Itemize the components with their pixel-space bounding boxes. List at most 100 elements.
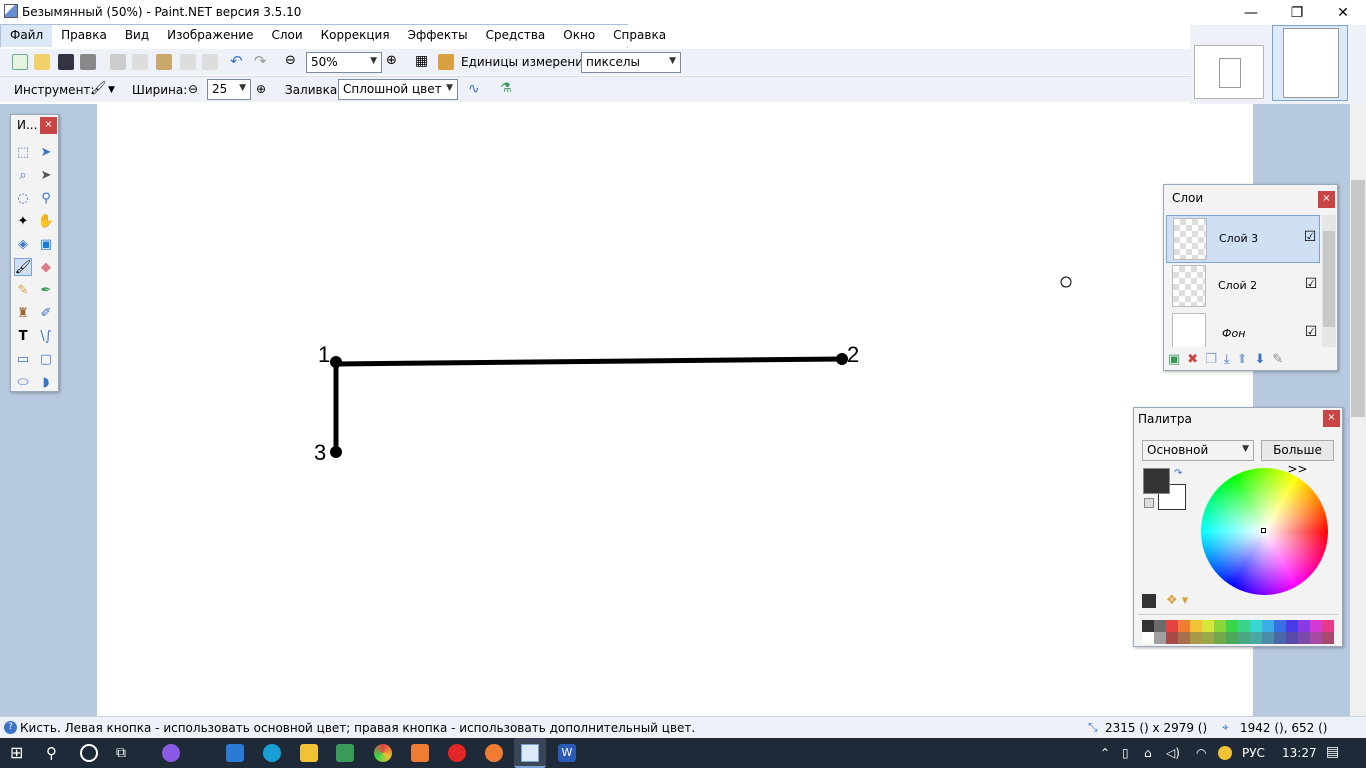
print-icon[interactable] bbox=[80, 54, 96, 70]
layer-properties-icon[interactable]: ✎ bbox=[1272, 351, 1283, 369]
restore-button[interactable]: ❐ bbox=[1274, 0, 1320, 25]
task-view-icon[interactable]: ⧉ bbox=[116, 744, 134, 762]
rulers-icon[interactable] bbox=[438, 54, 454, 70]
layer-visibility-checkbox[interactable]: ☑ bbox=[1304, 325, 1318, 340]
undo-icon[interactable]: ↶ bbox=[230, 54, 246, 70]
line-curve-icon[interactable]: \∫ bbox=[37, 327, 55, 345]
brush-tool-icon[interactable]: 🖌 bbox=[90, 82, 107, 98]
menu-help[interactable]: Справка bbox=[604, 25, 675, 47]
chevron-down-icon[interactable]: ▼ bbox=[108, 82, 124, 98]
recolor-icon[interactable]: ✐ bbox=[37, 304, 55, 322]
rectangle-icon[interactable]: ▭ bbox=[14, 350, 32, 368]
layers-scrollbar[interactable] bbox=[1322, 215, 1336, 347]
layer-row-3[interactable]: Слой 3 ☑ bbox=[1166, 215, 1320, 263]
menu-window[interactable]: Окно bbox=[554, 25, 604, 47]
blend-mode-icon[interactable]: ⚗ bbox=[500, 82, 516, 98]
swap-colors-icon[interactable]: ↷ bbox=[1174, 468, 1182, 479]
pan-icon[interactable]: ✋ bbox=[37, 212, 55, 230]
new-file-icon[interactable] bbox=[12, 54, 28, 70]
search-icon[interactable]: ⚲ bbox=[46, 744, 64, 762]
layer-row-background[interactable]: Фон ☑ bbox=[1166, 311, 1320, 347]
scrollbar-thumb[interactable] bbox=[1323, 231, 1335, 327]
save-icon[interactable] bbox=[58, 54, 74, 70]
deselect-icon[interactable] bbox=[202, 54, 218, 70]
width-combo[interactable]: 25 ▼ bbox=[207, 79, 251, 100]
menu-adjustments[interactable]: Коррекция bbox=[312, 25, 399, 47]
clone-stamp-icon[interactable]: ♜ bbox=[14, 304, 32, 322]
rounded-rectangle-icon[interactable]: ▢ bbox=[37, 350, 55, 368]
zoom-icon[interactable]: ⚲ bbox=[37, 189, 55, 207]
start-icon[interactable]: ⊞ bbox=[10, 744, 28, 762]
crop-icon[interactable] bbox=[180, 54, 196, 70]
app-tray-icon[interactable] bbox=[1218, 746, 1232, 760]
open-file-icon[interactable] bbox=[34, 54, 50, 70]
add-layer-icon[interactable]: ▣ bbox=[1168, 351, 1180, 369]
move-selected-icon[interactable]: ➤ bbox=[37, 166, 55, 184]
ellipse-select-icon[interactable]: ◌ bbox=[14, 189, 32, 207]
menu-file[interactable]: Файл bbox=[0, 25, 53, 47]
media-player-icon[interactable] bbox=[411, 744, 429, 762]
tools-close-button[interactable]: × bbox=[40, 117, 57, 134]
more-colors-button[interactable]: Больше >> bbox=[1261, 440, 1334, 476]
paintnet-taskbar-button[interactable] bbox=[514, 738, 546, 768]
menu-image[interactable]: Изображение bbox=[158, 25, 262, 47]
antialiasing-icon[interactable]: ∿ bbox=[468, 82, 484, 98]
wifi-icon[interactable]: ◠ bbox=[1196, 746, 1206, 760]
menu-layers[interactable]: Слои bbox=[262, 25, 311, 47]
chrome-icon[interactable] bbox=[374, 744, 392, 762]
fill-combo[interactable]: Сплошной цвет ▼ bbox=[338, 79, 458, 100]
redo-icon[interactable]: ↷ bbox=[254, 54, 270, 70]
text-icon[interactable]: T bbox=[14, 327, 32, 345]
image-tab-2-active[interactable] bbox=[1272, 25, 1348, 101]
assistant-icon[interactable] bbox=[162, 744, 180, 762]
firefox-icon[interactable] bbox=[485, 744, 503, 762]
primary-color-swatch[interactable] bbox=[1143, 468, 1170, 494]
zoom-out-icon[interactable]: ⊖ bbox=[285, 54, 301, 70]
explorer-icon[interactable] bbox=[300, 744, 318, 762]
move-layer-up-icon[interactable]: ⬆ bbox=[1237, 351, 1248, 369]
layer-visibility-checkbox[interactable]: ☑ bbox=[1303, 230, 1317, 245]
minimize-button[interactable]: — bbox=[1228, 0, 1274, 25]
rectangle-select-icon[interactable]: ⬚ bbox=[14, 143, 32, 161]
palette-mode-combo[interactable]: Основной ▼ bbox=[1142, 440, 1254, 461]
store-icon[interactable] bbox=[336, 744, 354, 762]
image-tab-1[interactable] bbox=[1194, 45, 1264, 99]
notifications-icon[interactable]: ▤ bbox=[1326, 744, 1339, 760]
edge-icon[interactable] bbox=[263, 744, 281, 762]
menu-utilities[interactable]: Средства bbox=[477, 25, 555, 47]
clock[interactable]: 13:27 bbox=[1282, 746, 1317, 760]
units-combo[interactable]: пикселы ▼ bbox=[581, 52, 681, 73]
cut-icon[interactable] bbox=[110, 54, 126, 70]
menu-effects[interactable]: Эффекты bbox=[399, 25, 477, 47]
color-picker-icon[interactable]: ✒ bbox=[37, 281, 55, 299]
paste-icon[interactable] bbox=[156, 54, 172, 70]
eraser-icon[interactable]: ◆ bbox=[37, 258, 55, 276]
lasso-select-icon[interactable]: ⌕ bbox=[14, 166, 32, 184]
zoom-combo[interactable]: 50% ▼ bbox=[306, 52, 382, 73]
layer-visibility-checkbox[interactable]: ☑ bbox=[1304, 277, 1318, 292]
ellipse-icon[interactable]: ⬭ bbox=[14, 373, 32, 391]
pencil-icon[interactable]: ✎ bbox=[14, 281, 32, 299]
paint-bucket-icon[interactable]: ◈ bbox=[14, 235, 32, 253]
merge-layer-down-icon[interactable]: ⤓ bbox=[1224, 351, 1230, 369]
color-wheel[interactable] bbox=[1201, 468, 1328, 595]
reset-colors-icon[interactable] bbox=[1144, 498, 1154, 508]
layer-row-2[interactable]: Слой 2 ☑ bbox=[1166, 263, 1320, 311]
add-color-icon[interactable] bbox=[1142, 594, 1156, 608]
delete-layer-icon[interactable]: ✖ bbox=[1187, 351, 1198, 369]
copy-icon[interactable] bbox=[132, 54, 148, 70]
zoom-in-icon[interactable]: ⊕ bbox=[386, 54, 402, 70]
layers-close-button[interactable]: × bbox=[1318, 191, 1335, 208]
canvas[interactable]: 1 2 3 bbox=[97, 104, 1253, 716]
move-layer-down-icon[interactable]: ⬇ bbox=[1255, 351, 1266, 369]
volume-icon[interactable]: ◁) bbox=[1166, 746, 1180, 760]
menu-view[interactable]: Вид bbox=[116, 25, 158, 47]
palette-close-button[interactable]: × bbox=[1323, 410, 1340, 427]
gradient-icon[interactable]: ▣ bbox=[37, 235, 55, 253]
cortana-icon[interactable] bbox=[80, 744, 98, 762]
close-button[interactable]: ✕ bbox=[1320, 0, 1366, 25]
mail-icon[interactable] bbox=[226, 744, 244, 762]
move-selection-icon[interactable]: ➤ bbox=[37, 143, 55, 161]
menu-edit[interactable]: Правка bbox=[52, 25, 116, 47]
scrollbar-thumb[interactable] bbox=[1351, 180, 1365, 417]
